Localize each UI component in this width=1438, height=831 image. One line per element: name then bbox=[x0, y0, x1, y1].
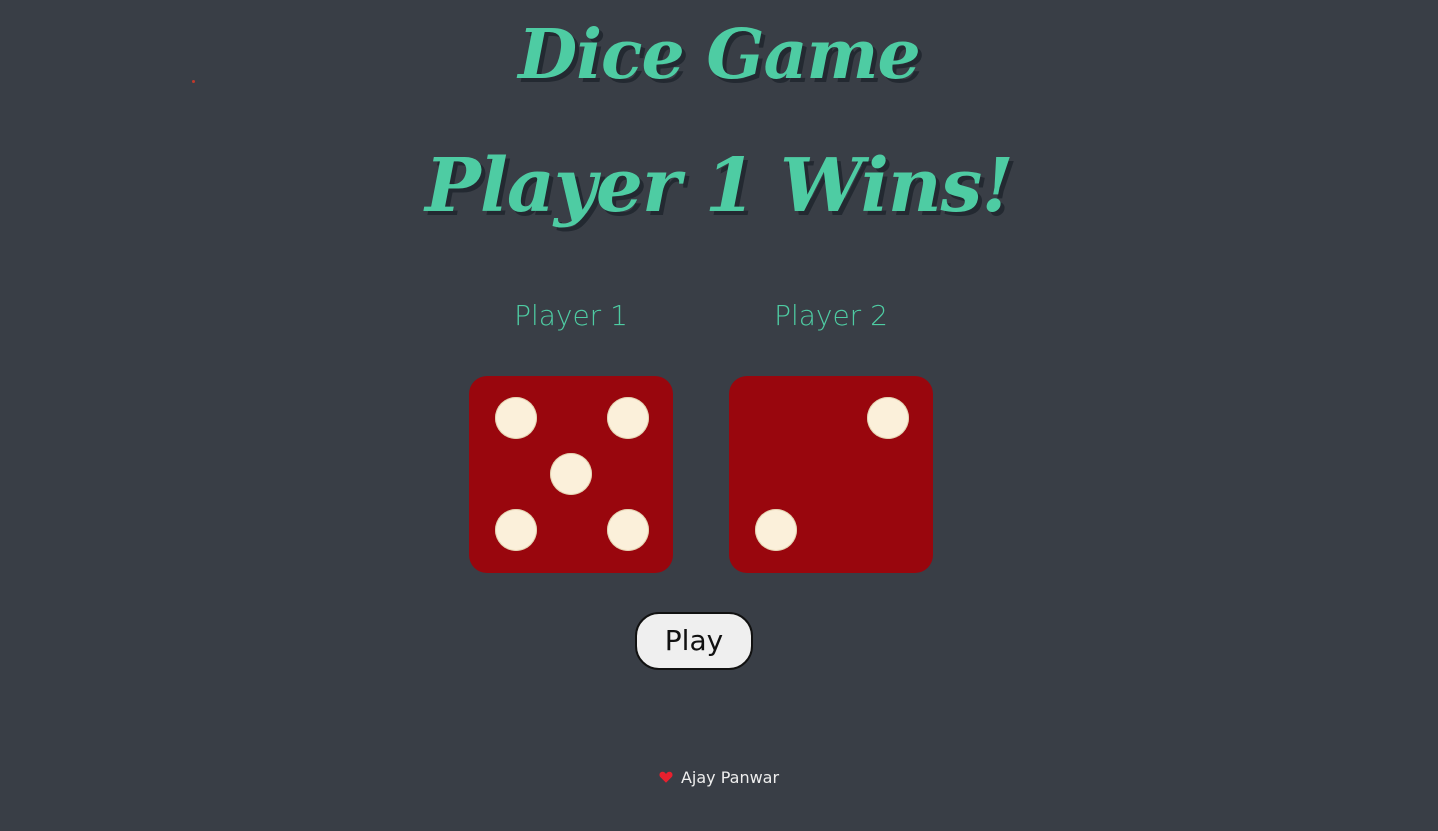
player-2-label: Player 2 bbox=[774, 299, 888, 332]
play-button[interactable]: Play bbox=[635, 612, 753, 670]
player-1-label: Player 1 bbox=[514, 299, 628, 332]
result-heading: Player 1 Wins! bbox=[425, 143, 1014, 229]
die-pip bbox=[607, 397, 649, 439]
player-1-die bbox=[469, 376, 673, 573]
die-pip bbox=[495, 397, 537, 439]
heart-icon bbox=[659, 771, 673, 783]
die-pip bbox=[607, 509, 649, 551]
player-2-die bbox=[729, 376, 933, 573]
page-title: Dice Game bbox=[518, 15, 921, 95]
die-pip bbox=[755, 509, 797, 551]
footer: Ajay Panwar bbox=[0, 766, 1438, 790]
die-pip bbox=[550, 453, 592, 495]
die-pip bbox=[495, 509, 537, 551]
author-name: Ajay Panwar bbox=[680, 768, 780, 787]
die-pip bbox=[867, 397, 909, 439]
